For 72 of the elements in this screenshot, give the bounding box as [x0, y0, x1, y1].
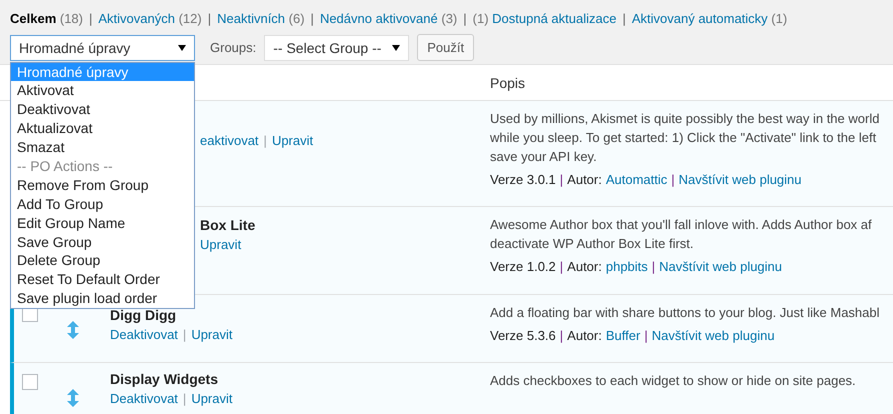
description-text: Adds checkboxes to each widget to show or hide on site pages. [490, 372, 856, 390]
filter-link[interactable]: Nedávno aktivované (3) [320, 11, 458, 26]
description-text: Add a floating bar with share buttons to your blog. Just like Mashabl [490, 304, 880, 322]
separator: | [652, 259, 656, 274]
filter-link[interactable]: Neaktivních (6) [217, 11, 305, 26]
meta-text: Verze 3.0.1 [490, 172, 556, 187]
plugin-name: Box Lite [200, 217, 256, 235]
separator: | [310, 11, 314, 26]
column-header: Popis [490, 74, 526, 90]
plugin-name: Display Widgets [110, 371, 220, 389]
menu-option[interactable]: Smazat [11, 138, 194, 157]
option-group-label: -- PO Actions -- [16, 156, 114, 176]
separator: | [560, 328, 564, 343]
action-link[interactable]: Upravit [191, 327, 232, 342]
separator: | [622, 11, 626, 26]
meta-link[interactable]: Navštívit web pluginu [659, 259, 782, 274]
menu-option[interactable]: Reset To Default Order [11, 270, 194, 290]
separator: | [89, 11, 92, 26]
group-select[interactable]: -- Select Group -- [264, 34, 410, 60]
menu-option[interactable]: Delete Group [11, 251, 194, 270]
menu-option[interactable]: Hromadné úpravy [11, 62, 194, 82]
action-link[interactable]: Upravit [200, 237, 242, 252]
meta-link[interactable]: Automattic [606, 172, 668, 187]
filter-link[interactable]: Aktivovaný automaticky (1) [632, 11, 788, 26]
filter-link[interactable]: Aktivovaných (12) [98, 11, 202, 26]
drag-arrows-icon[interactable] [67, 321, 79, 339]
separator: | [560, 259, 564, 274]
separator: | [208, 11, 212, 26]
separator: | [560, 172, 564, 187]
menu-option[interactable]: Save Group [11, 232, 194, 252]
description-text: deactivate WP Author Box Lite first. [490, 235, 695, 253]
action-link[interactable]: Upravit [272, 133, 314, 148]
description-text: save your API key. [490, 148, 598, 166]
meta-text: Autor: [567, 328, 602, 343]
action-link[interactable]: Deaktivovat [110, 391, 178, 406]
menu-option[interactable]: Aktualizovat [11, 119, 194, 138]
meta-text: Autor: [567, 172, 602, 187]
meta-text: Verze 5.3.6 [490, 328, 556, 343]
meta-text: Autor: [567, 259, 602, 274]
meta-link[interactable]: Buffer [606, 328, 640, 343]
separator: | [182, 391, 186, 406]
menu-option[interactable]: Add To Group [11, 194, 194, 214]
action-link[interactable]: eaktivovat [200, 133, 259, 148]
description-text: Awesome Author box that you'll fall inlove with. Adds Author box af [490, 216, 872, 234]
description-text: Used by millions, Akismet is quite possibly the best way in the world [490, 110, 880, 128]
bulk-action-select[interactable]: Hromadné úpravy [10, 34, 195, 60]
checkbox[interactable] [22, 374, 38, 390]
meta-link[interactable]: Navštívit web pluginu [678, 172, 802, 187]
groups-label: Groups: [210, 40, 256, 55]
filter-link[interactable]: Celkem (18) [10, 11, 83, 26]
action-link[interactable]: Deaktivovat [110, 327, 178, 342]
description-text: while you sleep. To get started: 1) Click the "Activate" link to the left [490, 129, 878, 147]
menu-option[interactable]: Remove From Group [11, 176, 194, 195]
meta-text: Verze 1.0.2 [490, 259, 556, 274]
menu-option[interactable]: Edit Group Name [11, 214, 194, 233]
separator: | [644, 328, 648, 343]
menu-option[interactable]: Save plugin load order [11, 289, 194, 308]
apply-button[interactable]: Použít [417, 34, 474, 61]
separator: | [463, 11, 467, 26]
separator: | [671, 172, 675, 187]
meta-link[interactable]: phpbits [606, 259, 648, 274]
menu-option[interactable]: Aktivovat [11, 81, 194, 100]
plugin-name: Digg Digg [110, 307, 178, 325]
separator: | [264, 133, 267, 148]
separator: | [182, 327, 186, 342]
filter-link[interactable]: (1) Dostupná aktualizace [472, 11, 616, 26]
drag-arrows-icon[interactable] [67, 389, 79, 407]
caret-icon [392, 44, 400, 50]
meta-link[interactable]: Navštívit web pluginu [652, 328, 775, 343]
menu-option[interactable]: Deaktivovat [11, 100, 194, 120]
caret-icon [178, 44, 186, 50]
action-link[interactable]: Upravit [191, 391, 232, 406]
